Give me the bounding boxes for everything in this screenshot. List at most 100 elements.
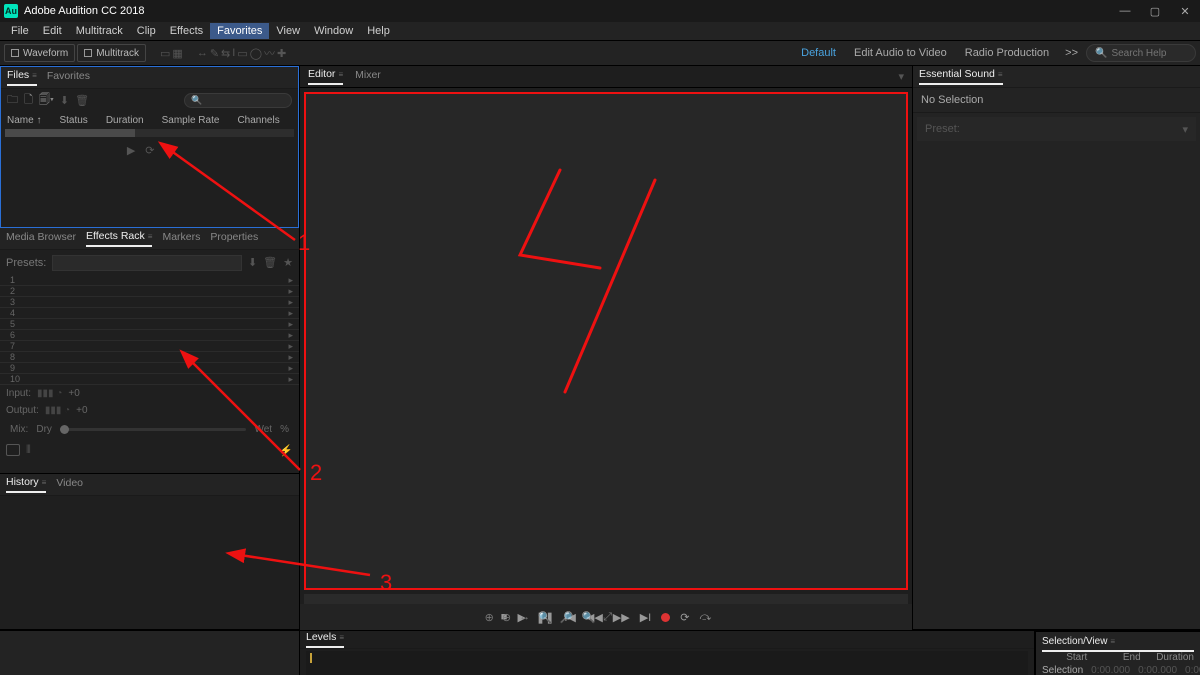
menu-file[interactable]: File [4, 23, 36, 39]
new-file-icon[interactable]: 🗋 [24, 91, 33, 110]
window-minimize[interactable]: — [1110, 0, 1140, 22]
tab-effects-rack[interactable]: Effects Rack≡ [86, 230, 152, 247]
move-tool-icon[interactable]: ↔ [197, 47, 208, 59]
mix-slider[interactable] [60, 428, 247, 431]
search-help-input[interactable] [1111, 48, 1191, 59]
multitrack-button[interactable]: Multitrack [77, 44, 146, 62]
tab-favorites[interactable]: Favorites [47, 70, 90, 85]
tab-markers[interactable]: Markers [162, 231, 200, 246]
waveform-button[interactable]: Waveform [4, 44, 75, 62]
menu-help[interactable]: Help [360, 23, 397, 39]
files-play-icon[interactable]: ▶ [127, 144, 135, 157]
tab-video[interactable]: Video [56, 477, 83, 492]
spectral-icon[interactable]: ▦ [172, 47, 182, 60]
panel-menu-icon[interactable]: ≡ [148, 232, 153, 241]
preset-dropdown-icon[interactable]: ▾ [1182, 123, 1188, 136]
trash-icon[interactable]: 🗑 [75, 94, 89, 107]
rack-slot-4[interactable]: 4▸ [0, 308, 299, 319]
razor-tool-icon[interactable]: ✎ [210, 47, 219, 60]
preset-fav-icon[interactable]: ★ [283, 256, 293, 269]
menu-favorites[interactable]: Favorites [210, 23, 269, 39]
rack-slot-6[interactable]: 6▸ [0, 330, 299, 341]
zoom-in-v-icon[interactable]: 🔎 [560, 611, 574, 624]
loop-icon[interactable]: ⟳ [680, 611, 689, 624]
zoom-sel-icon[interactable]: 🔍 [538, 611, 552, 624]
panel-menu-icon[interactable]: ≡ [338, 70, 343, 79]
workspace-default[interactable]: Default [793, 45, 844, 61]
panel-menu-icon[interactable]: ≡ [1110, 637, 1115, 646]
tab-files[interactable]: Files≡ [7, 69, 37, 86]
menu-view[interactable]: View [269, 23, 307, 39]
zoom-full-icon[interactable]: ⤢ [603, 611, 612, 624]
save-icon[interactable]: ⬇ [60, 94, 69, 107]
tab-mixer[interactable]: Mixer [355, 69, 381, 84]
preset-save-icon[interactable]: ⬇ [248, 256, 257, 269]
zoom-out-h-icon[interactable]: ⊖ [502, 611, 511, 624]
menu-window[interactable]: Window [307, 23, 360, 39]
editor-dropdown-icon[interactable]: ▾ [898, 70, 904, 83]
rack-slot-5[interactable]: 5▸ [0, 319, 299, 330]
tab-properties[interactable]: Properties [210, 231, 258, 246]
selview-sel-end[interactable]: 0:00.000 [1138, 665, 1177, 675]
tab-essential-sound[interactable]: Essential Sound≡ [919, 68, 1003, 85]
panel-menu-icon[interactable]: ≡ [998, 70, 1003, 79]
rack-apply-icon[interactable]: ⚡ [279, 444, 293, 457]
tab-levels[interactable]: Levels≡ [306, 631, 344, 648]
tab-media-browser[interactable]: Media Browser [6, 231, 76, 246]
files-hscroll[interactable] [5, 129, 294, 137]
menu-edit[interactable]: Edit [36, 23, 69, 39]
files-loop-icon[interactable]: ⟳ [145, 144, 154, 157]
files-search[interactable]: 🔍 [184, 93, 292, 108]
zoom-out-v-icon[interactable]: 🔍 [581, 611, 595, 624]
files-columns[interactable]: Name ↑ Status Duration Sample Rate Chann… [1, 111, 298, 129]
files-search-input[interactable] [202, 95, 282, 106]
col-status[interactable]: Status [59, 115, 87, 126]
col-name[interactable]: Name ↑ [7, 115, 41, 126]
rack-slot-2[interactable]: 2▸ [0, 286, 299, 297]
panel-menu-icon[interactable]: ≡ [32, 71, 37, 80]
rack-slot-7[interactable]: 7▸ [0, 341, 299, 352]
zoom-fit-icon[interactable]: ↔ [519, 611, 530, 624]
brush-tool-icon[interactable]: 〰 [264, 45, 275, 61]
workspace-radio[interactable]: Radio Production [957, 45, 1057, 61]
menu-clip[interactable]: Clip [130, 23, 163, 39]
hud-icon[interactable]: ▭ [160, 47, 170, 60]
workspace-more[interactable]: >> [1059, 45, 1084, 61]
tab-editor[interactable]: Editor≡ [308, 68, 343, 85]
col-samplerate[interactable]: Sample Rate [162, 115, 220, 126]
zoom-in-h-icon[interactable]: ⊕ [485, 611, 494, 624]
rack-slot-8[interactable]: 8▸ [0, 352, 299, 363]
zoom-scrollbar[interactable] [304, 594, 908, 604]
tab-history[interactable]: History≡ [6, 476, 46, 493]
rack-slot-3[interactable]: 3▸ [0, 297, 299, 308]
marquee-tool-icon[interactable]: ▭ [237, 47, 247, 60]
rack-slot-9[interactable]: 9▸ [0, 363, 299, 374]
fforward-icon[interactable]: ▶▶ [613, 611, 630, 624]
open-file-icon[interactable]: 🗀 [7, 91, 18, 110]
record-icon[interactable] [661, 613, 670, 622]
selview-sel-start[interactable]: 0:00.000 [1091, 665, 1130, 675]
to-end-icon[interactable]: ▶I [640, 611, 652, 624]
window-maximize[interactable]: ▢ [1140, 0, 1170, 22]
tab-selection-view[interactable]: Selection/View≡ [1042, 636, 1194, 652]
preset-delete-icon[interactable]: 🗑 [263, 256, 277, 269]
new-multitrack-icon[interactable]: 🗐▾ [39, 91, 54, 110]
slip-tool-icon[interactable]: ⇆ [221, 47, 230, 60]
selview-sel-duration[interactable]: 0:00.000 [1185, 665, 1200, 675]
panel-menu-icon[interactable]: ≡ [42, 478, 47, 487]
lasso-tool-icon[interactable]: ◯ [250, 47, 262, 60]
presets-dropdown[interactable] [52, 255, 242, 271]
rack-view-icon[interactable]: ⦀ [26, 444, 31, 457]
editor-canvas[interactable] [304, 92, 908, 590]
heal-tool-icon[interactable]: ✚ [277, 47, 286, 60]
rack-power-toggle[interactable] [6, 444, 20, 456]
panel-menu-icon[interactable]: ≡ [339, 633, 344, 642]
rack-slot-1[interactable]: 1▸ [0, 275, 299, 286]
workspace-editav[interactable]: Edit Audio to Video [846, 45, 955, 61]
col-channels[interactable]: Channels [237, 115, 279, 126]
time-tool-icon[interactable]: I [232, 47, 235, 59]
col-duration[interactable]: Duration [106, 115, 144, 126]
files-autoplay-icon[interactable]: ᴬ⁾ [165, 144, 173, 157]
menu-multitrack[interactable]: Multitrack [69, 23, 130, 39]
search-help[interactable]: 🔍 [1086, 44, 1196, 62]
